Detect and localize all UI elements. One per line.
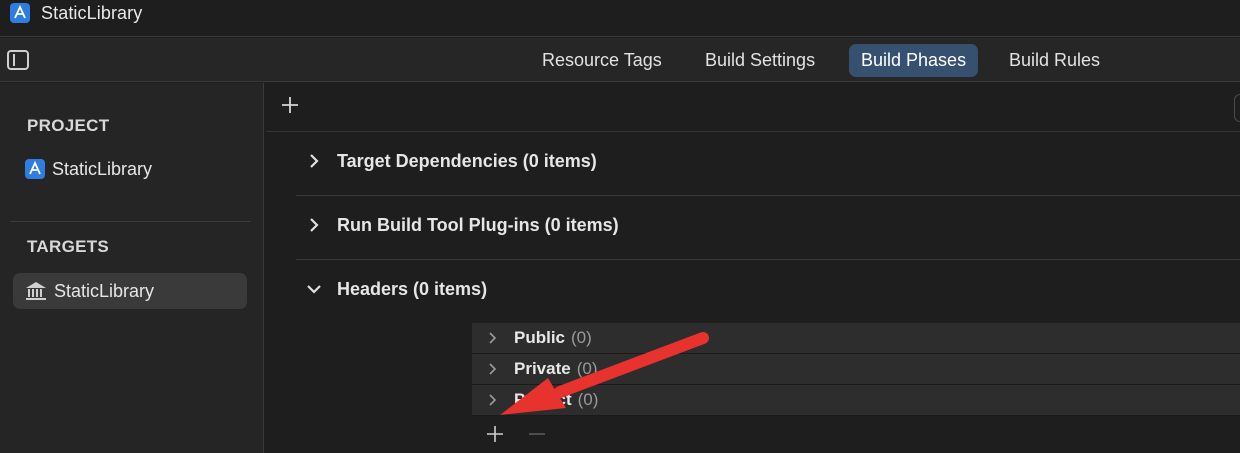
headers-row-count: (0) <box>571 328 592 347</box>
plus-icon <box>282 97 298 113</box>
headers-row-project[interactable]: Project (0) <box>472 385 1240 416</box>
plus-icon <box>487 426 503 442</box>
add-build-phase-button[interactable] <box>280 95 300 115</box>
sidebar-toggle-icon[interactable] <box>7 50 29 70</box>
phase-run-build-tool-plugins[interactable]: Run Build Tool Plug-ins (0 items) <box>296 196 1240 260</box>
headers-row-count: (0) <box>576 359 598 378</box>
sidebar-divider <box>10 221 251 222</box>
library-building-icon <box>26 282 46 300</box>
sidebar-item-project-label: StaticLibrary <box>52 158 153 179</box>
sidebar-item-target[interactable]: StaticLibrary <box>13 273 247 309</box>
editor-toolbar: Resource Tags Build Settings Build Phase… <box>0 38 1240 82</box>
remove-header-button[interactable] <box>527 424 547 444</box>
headers-table: Public (0) Private (0) Project (0) <box>472 323 1240 416</box>
chevron-right-icon[interactable] <box>486 363 498 375</box>
phase-title: Run Build Tool Plug-ins (0 items) <box>337 215 619 235</box>
project-icon <box>25 159 45 179</box>
filter-field-edge[interactable] <box>1234 94 1240 122</box>
headers-row-label: Project <box>514 390 572 409</box>
headers-row-label: Public <box>514 328 566 347</box>
add-header-button[interactable] <box>485 424 505 444</box>
sidebar-item-target-label: StaticLibrary <box>54 280 155 301</box>
project-sidebar: PROJECT StaticLibrary TARGETS StaticLibr… <box>0 83 264 453</box>
tab-build-settings[interactable]: Build Settings <box>693 44 827 77</box>
phase-title: Target Dependencies (0 items) <box>337 151 597 171</box>
headers-row-count: (0) <box>577 390 599 409</box>
xcode-app-icon <box>10 3 30 23</box>
chevron-down-icon <box>307 285 321 294</box>
sidebar-item-project[interactable]: StaticLibrary <box>13 151 247 187</box>
chevron-right-icon[interactable] <box>486 394 498 406</box>
tab-resource-tags[interactable]: Resource Tags <box>530 44 674 77</box>
chevron-right-icon[interactable] <box>486 332 498 344</box>
window-title: StaticLibrary <box>41 3 143 23</box>
chevron-right-icon <box>310 218 319 232</box>
headers-row-private[interactable]: Private (0) <box>472 354 1240 385</box>
phase-title: Headers (0 items) <box>337 279 488 299</box>
targets-section-heading: TARGETS <box>27 237 110 256</box>
chevron-right-icon <box>310 154 319 168</box>
headers-row-label: Private <box>514 359 571 378</box>
tab-build-rules[interactable]: Build Rules <box>997 44 1112 77</box>
phase-headers[interactable]: Headers (0 items) <box>296 260 1240 324</box>
minus-icon <box>529 433 545 435</box>
build-phases-pane: Target Dependencies (0 items) Run Build … <box>266 83 1240 453</box>
headers-row-public[interactable]: Public (0) <box>472 323 1240 354</box>
project-section-heading: PROJECT <box>27 116 110 135</box>
tab-build-phases[interactable]: Build Phases <box>849 44 979 77</box>
phase-target-dependencies[interactable]: Target Dependencies (0 items) <box>296 132 1240 196</box>
title-bar: StaticLibrary <box>0 0 1240 37</box>
